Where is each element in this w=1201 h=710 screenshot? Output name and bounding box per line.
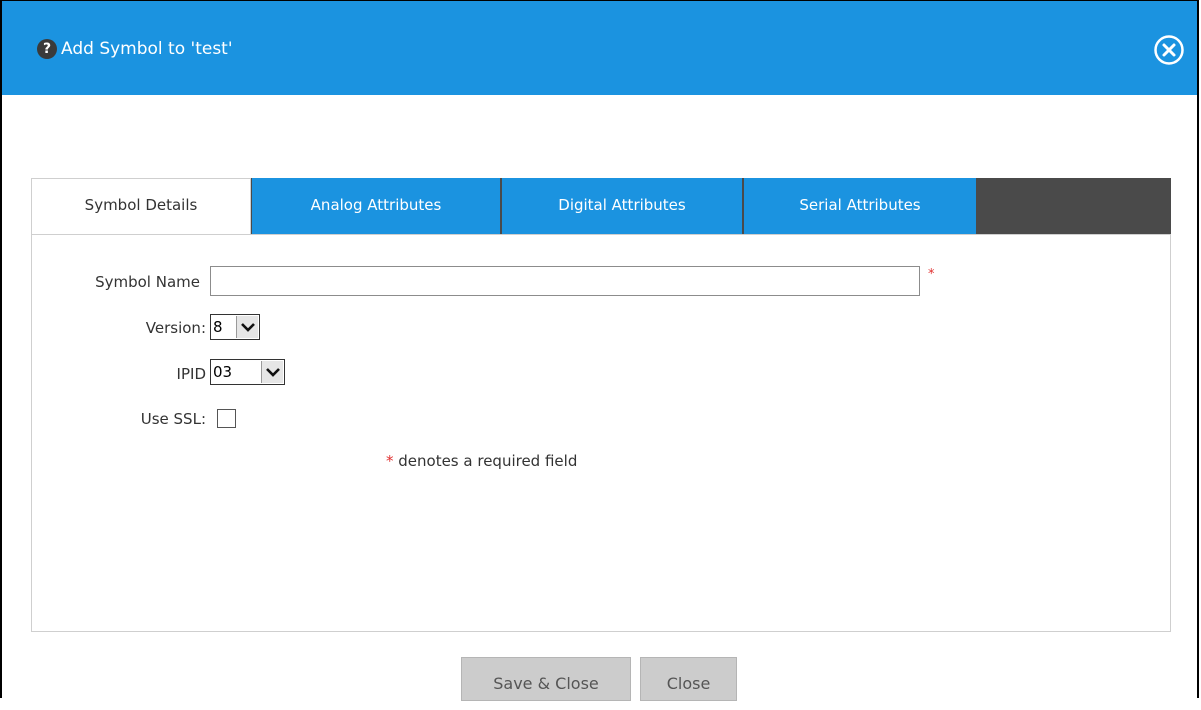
ipid-label: IPID <box>176 365 206 383</box>
use-ssl-label: Use SSL: <box>140 410 206 428</box>
chevron-down-icon <box>261 361 283 383</box>
tab-analog-attributes[interactable]: Analog Attributes <box>252 178 500 235</box>
save-and-close-button[interactable]: Save & Close <box>461 657 631 701</box>
required-note-star: * <box>386 452 394 470</box>
dialog-title: Add Symbol to 'test' <box>61 39 233 59</box>
required-field-note: * denotes a required field <box>386 452 577 470</box>
required-note-text: denotes a required field <box>393 452 578 470</box>
required-marker: * <box>928 267 935 282</box>
close-button[interactable]: Close <box>640 657 737 701</box>
tab-symbol-details[interactable]: Symbol Details <box>31 178 251 236</box>
symbol-name-label: Symbol Name <box>95 273 200 291</box>
dialog-title-bar: ? Add Symbol to 'test' <box>2 1 1197 95</box>
ipid-select[interactable]: 03 <box>210 359 285 385</box>
version-label: Version: <box>145 319 206 337</box>
version-selected-value: 8 <box>213 318 223 336</box>
chevron-down-icon <box>236 316 258 338</box>
close-circle-icon[interactable] <box>1153 34 1185 66</box>
help-icon[interactable]: ? <box>37 39 57 59</box>
ipid-selected-value: 03 <box>213 363 233 381</box>
use-ssl-checkbox[interactable] <box>217 409 236 428</box>
tab-bar: Symbol Details Analog Attributes Digital… <box>31 178 1171 236</box>
tab-digital-attributes[interactable]: Digital Attributes <box>502 178 742 235</box>
version-select[interactable]: 8 <box>210 314 260 340</box>
symbol-name-input[interactable] <box>210 266 920 296</box>
tab-serial-attributes[interactable]: Serial Attributes <box>744 178 976 235</box>
add-symbol-dialog: ? Add Symbol to 'test' Symbol Details An… <box>0 0 1199 701</box>
